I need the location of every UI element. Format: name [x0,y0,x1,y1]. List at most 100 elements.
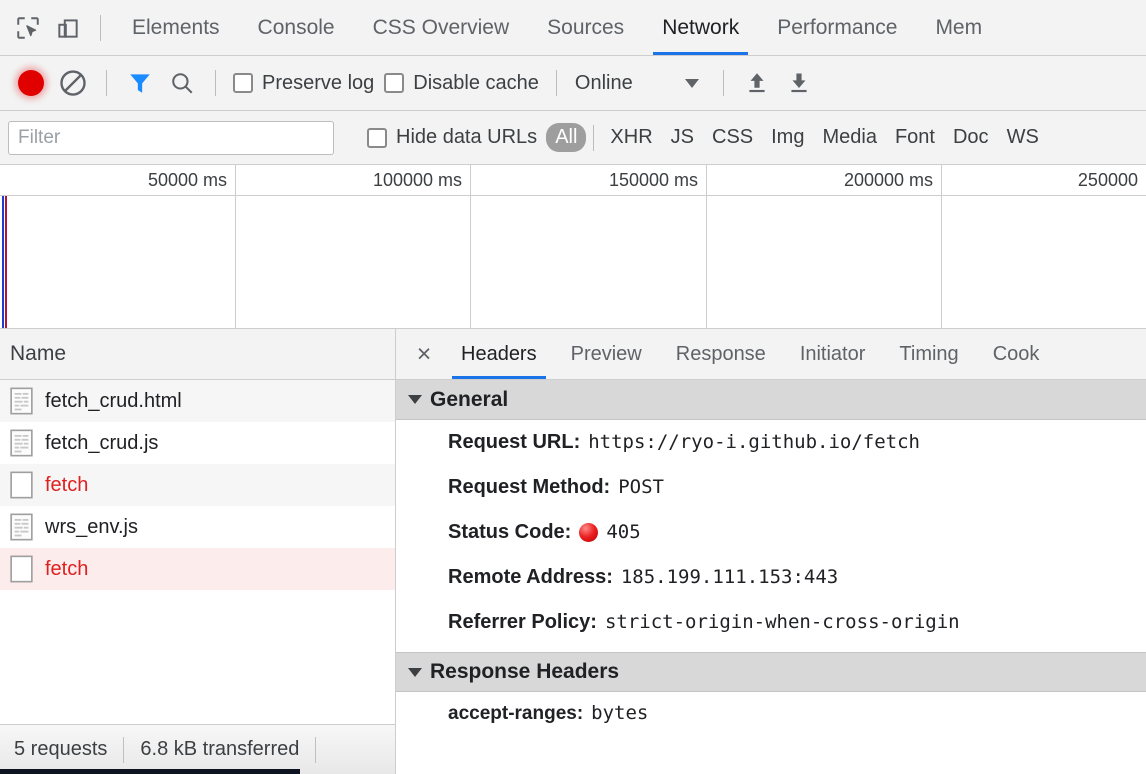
table-row[interactable]: wrs_env.js [0,506,395,548]
close-icon[interactable]: × [404,334,444,374]
request-rows: fetch_crud.html fetch_crud.js fetch wrs_… [0,380,395,724]
tab-performance[interactable]: Performance [758,0,916,55]
field-value: POST [618,476,664,498]
status-divider [123,736,125,763]
devtools-window: Elements Console CSS Overview Sources Ne… [0,0,1146,774]
filter-type-label: JS [670,126,694,148]
transferred-size: 6.8 kB transferred [140,738,300,760]
timeline-tick: 250000 [1077,170,1138,190]
field-key: accept-ranges: [448,703,584,724]
hide-data-urls-checkbox[interactable]: Hide data URLs [362,126,542,149]
response-header-accept-ranges: accept-ranges: bytes [396,692,1146,735]
inspect-element-icon[interactable] [8,8,48,48]
load-event-marker [5,196,7,328]
table-row[interactable]: fetch [0,548,395,590]
checkbox-box [233,73,253,93]
preserve-log-label: Preserve log [262,71,375,94]
checkbox-box [384,73,405,93]
timeline-tick: 150000 ms [608,170,698,190]
field-key: Status Code: [448,521,572,543]
filter-type-label: Doc [952,126,989,148]
import-har-button[interactable] [736,62,778,104]
hide-data-urls-label: Hide data URLs [396,126,538,148]
export-har-button[interactable] [778,62,820,104]
tab-preview[interactable]: Preview [554,329,659,379]
preserve-log-checkbox[interactable]: Preserve log [228,72,379,95]
tab-label: Timing [899,342,959,365]
tab-network[interactable]: Network [643,0,758,55]
search-icon [172,73,193,94]
tab-label: Cook [992,342,1040,365]
request-list-header: Name [0,329,395,380]
timeline-tick: 200000 ms [843,170,933,190]
filter-type-label: All [555,126,578,148]
tab-label: Headers [461,342,537,365]
toolbar-divider [593,124,595,151]
tab-css-overview[interactable]: CSS Overview [354,0,529,55]
network-split-view: Name fetch_crud.html fetch_crud.js fetch… [0,329,1146,774]
tab-label: Console [257,15,335,39]
request-details-pane: × Headers Preview Response Initiator Tim… [396,329,1146,774]
toolbar-divider [106,70,107,96]
tab-response[interactable]: Response [659,329,783,379]
filter-button[interactable] [119,62,161,104]
filter-type-css[interactable]: CSS [703,123,762,152]
column-header-name: Name [10,342,67,365]
request-name: fetch [45,557,89,580]
chevron-down-icon [684,78,699,88]
timeline-body [0,196,1146,328]
document-blank-icon [10,471,33,499]
table-row[interactable]: fetch [0,464,395,506]
chevron-down-icon [408,667,422,677]
tab-label: Initiator [799,342,866,365]
filter-type-xhr[interactable]: XHR [601,123,661,152]
field-value: 405 [606,521,641,543]
tab-label: Performance [777,15,898,39]
tab-initiator[interactable]: Initiator [783,329,883,379]
document-text-icon [10,513,33,541]
filter-input[interactable] [8,120,334,155]
filter-type-js[interactable]: JS [662,123,703,152]
record-button[interactable] [10,62,52,104]
tab-headers[interactable]: Headers [444,329,554,379]
record-icon [18,70,44,96]
tab-cookies[interactable]: Cook [976,329,1057,379]
filter-type-doc[interactable]: Doc [944,123,998,152]
tab-memory[interactable]: Mem [916,0,1001,55]
network-toolbar: Preserve log Disable cache Online [0,56,1146,111]
filter-type-label: Img [771,126,805,148]
filter-bar: Hide data URLs All XHR JS CSS Img Media … [0,111,1146,165]
response-headers-section-header[interactable]: Response Headers [396,652,1146,692]
general-row-request-url: Request URL: https://ryo-i.github.io/fet… [396,420,1146,465]
tab-sources[interactable]: Sources [528,0,643,55]
search-button[interactable] [161,62,203,104]
timeline-ruler: 50000 ms 100000 ms 150000 ms 200000 ms 2… [0,165,1146,196]
download-arrow-icon [791,73,807,93]
table-row[interactable]: fetch_crud.js [0,422,395,464]
close-glyph: × [416,339,432,368]
toolbar-divider [215,70,216,96]
tab-label: Sources [547,15,625,39]
filter-type-ws[interactable]: WS [998,123,1048,152]
filter-type-img[interactable]: Img [762,123,813,152]
section-title: General [430,387,509,411]
request-list-pane: Name fetch_crud.html fetch_crud.js fetch… [0,329,396,774]
disable-cache-checkbox[interactable]: Disable cache [379,72,544,95]
status-divider [315,736,317,763]
throttling-select[interactable]: Online [569,72,699,95]
filter-type-media[interactable]: Media [813,123,885,152]
filter-type-all[interactable]: All [546,123,587,152]
filter-type-font[interactable]: Font [886,123,944,152]
general-section-header[interactable]: General [396,380,1146,420]
tab-timing[interactable]: Timing [882,329,975,379]
clear-button[interactable] [52,62,94,104]
tab-console[interactable]: Console [239,0,354,55]
field-key: Remote Address: [448,566,613,588]
device-toolbar-toggle-icon[interactable] [48,8,88,48]
document-blank-icon [10,555,33,583]
network-overview-timeline[interactable]: 50000 ms 100000 ms 150000 ms 200000 ms 2… [0,165,1146,329]
upload-arrow-icon [749,73,765,93]
tab-elements[interactable]: Elements [113,0,239,55]
table-row[interactable]: fetch_crud.html [0,380,395,422]
